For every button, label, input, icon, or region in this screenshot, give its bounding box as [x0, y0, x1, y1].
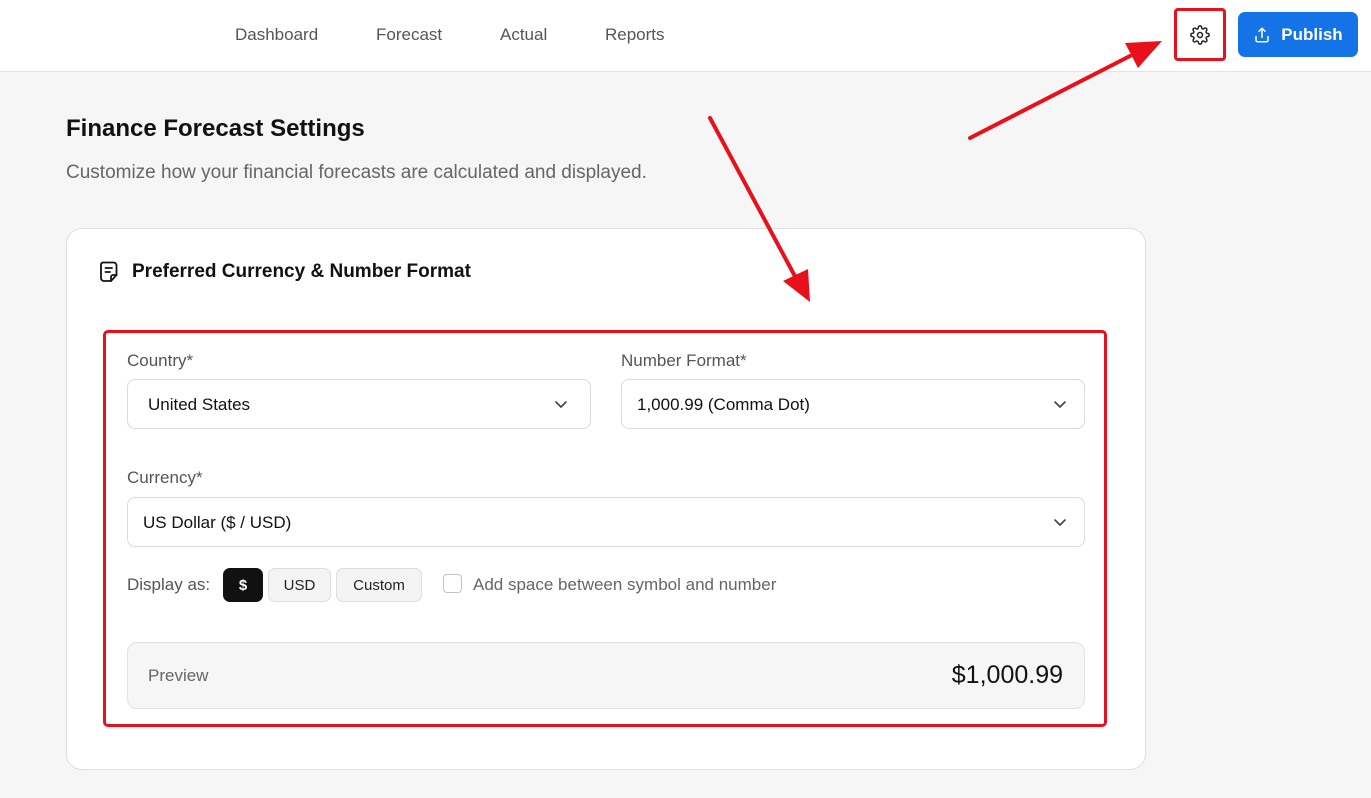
nav-item-forecast[interactable]: Forecast	[376, 25, 442, 45]
space-between-checkbox-label[interactable]: Add space between symbol and number	[473, 575, 776, 595]
gear-icon	[1190, 25, 1210, 45]
space-between-checkbox[interactable]	[443, 574, 462, 593]
preview-box: Preview $1,000.99	[127, 642, 1085, 709]
page-title: Finance Forecast Settings	[66, 115, 365, 142]
publish-button[interactable]: Publish	[1238, 12, 1358, 57]
number-format-label: Number Format*	[621, 351, 747, 370]
settings-button[interactable]	[1177, 12, 1223, 58]
display-option-usd[interactable]: USD	[268, 568, 331, 602]
preview-value: $1,000.99	[951, 661, 1063, 689]
chevron-down-icon	[1054, 519, 1066, 526]
card-title: Preferred Currency & Number Format	[132, 261, 471, 282]
page-subtitle: Customize how your financial forecasts a…	[66, 162, 647, 183]
display-as-label: Display as:	[127, 575, 211, 594]
country-label: Country*	[127, 351, 194, 370]
display-option-symbol[interactable]: $	[223, 568, 263, 602]
chevron-down-icon	[555, 401, 567, 408]
nav-item-reports[interactable]: Reports	[605, 25, 665, 45]
publish-button-label: Publish	[1281, 24, 1343, 44]
display-option-custom[interactable]: Custom	[336, 568, 422, 602]
country-select[interactable]: United States	[127, 379, 591, 429]
upload-icon	[1255, 27, 1270, 42]
currency-select-value: US Dollar ($ / USD)	[143, 513, 292, 532]
number-format-select-value: 1,000.99 (Comma Dot)	[637, 395, 810, 414]
chevron-down-icon	[1054, 401, 1066, 408]
number-format-select[interactable]: 1,000.99 (Comma Dot)	[621, 379, 1085, 429]
nav-item-dashboard[interactable]: Dashboard	[235, 25, 318, 45]
country-select-value: United States	[148, 395, 251, 414]
currency-select[interactable]: US Dollar ($ / USD)	[127, 497, 1085, 547]
top-navigation-bar: Dashboard Forecast Actual Reports Publis…	[0, 0, 1371, 72]
document-icon	[100, 261, 118, 282]
nav-item-actual[interactable]: Actual	[500, 25, 547, 45]
preview-label: Preview	[148, 666, 209, 685]
currency-label: Currency*	[127, 468, 203, 487]
